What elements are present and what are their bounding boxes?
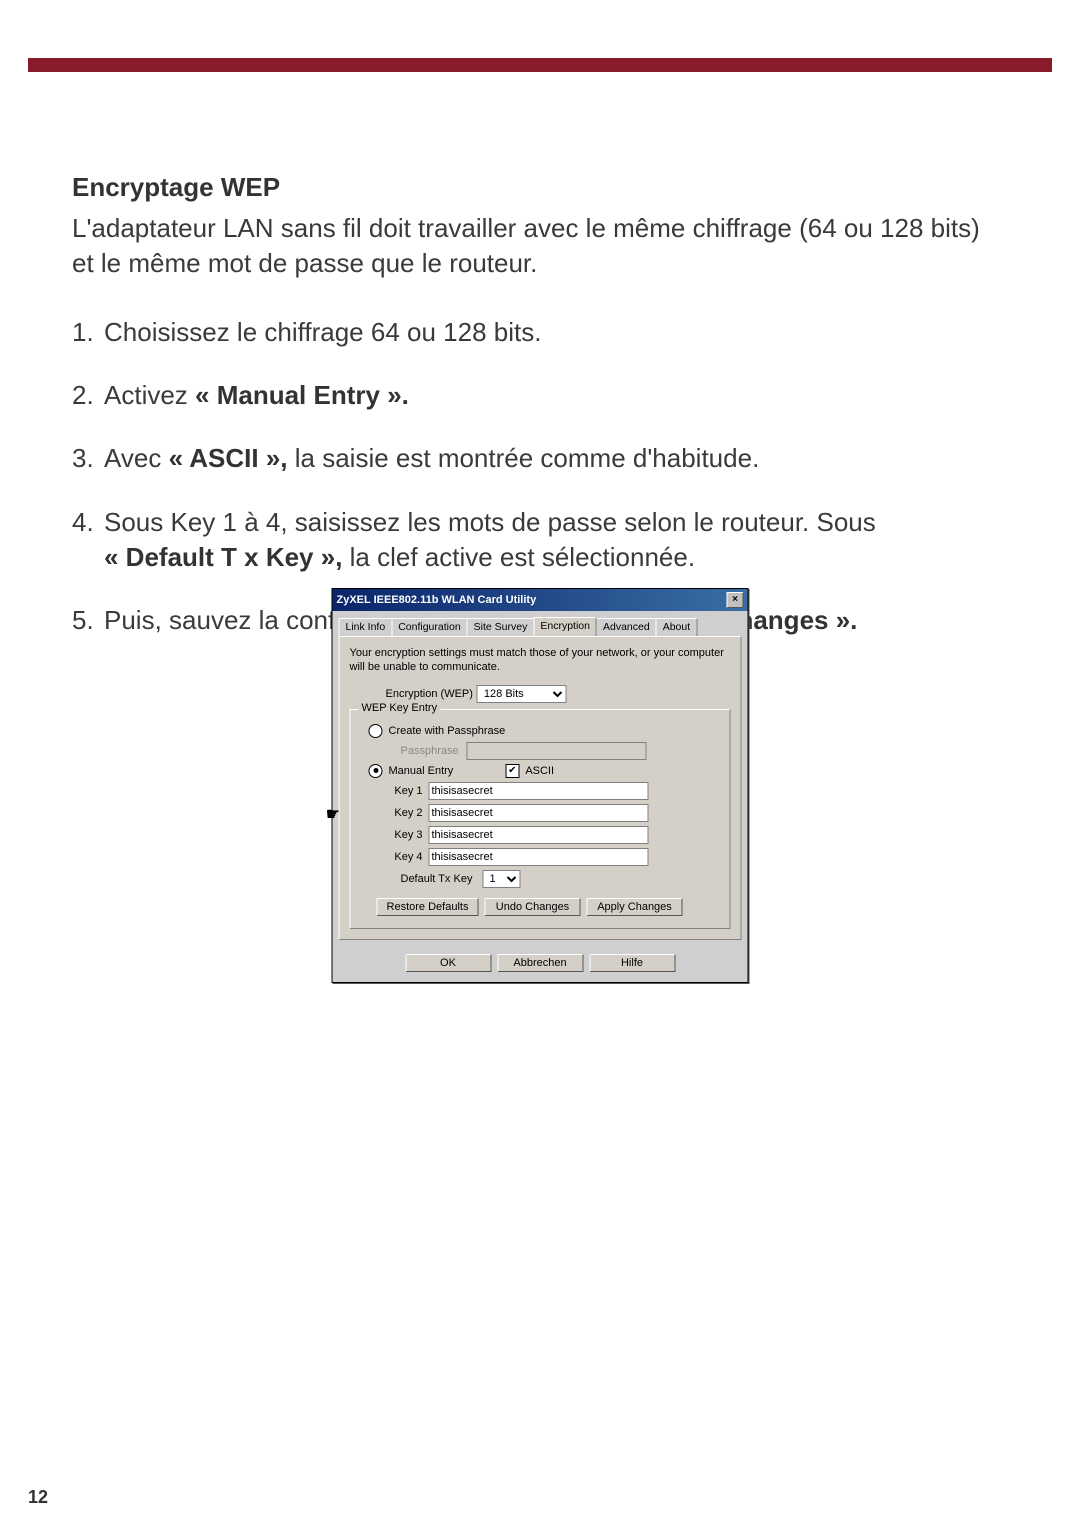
key4-label: Key 4 [389, 851, 423, 863]
tab-encryption[interactable]: Encryption [533, 617, 597, 636]
step-text: Sous Key 1 à 4, saisissez les mots de pa… [104, 505, 1008, 575]
step-number: 5. [72, 603, 104, 638]
help-button[interactable]: Hilfe [589, 954, 675, 972]
action-button-row: Restore Defaults Undo Changes Apply Chan… [377, 898, 720, 916]
step-number: 2. [72, 378, 104, 413]
checkbox-ascii-label: ASCII [525, 765, 554, 777]
title-bar: ZyXEL IEEE802.11b WLAN Card Utility × [333, 589, 748, 611]
step-number: 4. [72, 505, 104, 575]
step-number: 1. [72, 315, 104, 350]
key2-input[interactable] [429, 804, 649, 822]
page-number: 12 [28, 1487, 48, 1508]
encryption-row: Encryption (WEP) 128 Bits [386, 685, 731, 703]
default-tx-select[interactable]: 1 [483, 870, 521, 888]
key2-row: Key 2 [389, 804, 720, 822]
radio-row-passphrase: Create with Passphrase [369, 724, 720, 738]
tab-about[interactable]: About [656, 618, 697, 637]
hint-text: Your encryption settings must match thos… [350, 647, 731, 675]
tab-panel-encryption: Your encryption settings must match thos… [339, 636, 742, 940]
key1-label: Key 1 [389, 785, 423, 797]
undo-changes-button[interactable]: Undo Changes [485, 898, 581, 916]
step-text: Choisissez le chiffrage 64 ou 128 bits. [104, 315, 1008, 350]
radio-row-manual: Manual Entry ASCII [369, 764, 720, 778]
tab-advanced[interactable]: Advanced [596, 618, 657, 637]
key1-input[interactable] [429, 782, 649, 800]
intro-paragraph: L'adaptateur LAN sans fil doit travaille… [72, 211, 1008, 281]
radio-manual[interactable] [369, 764, 383, 778]
document-page: Encryptage WEP L'adaptateur LAN sans fil… [0, 0, 1080, 1532]
wlan-utility-dialog: ZyXEL IEEE802.11b WLAN Card Utility × Li… [332, 588, 749, 983]
dialog-bottom-buttons: OK Abbrechen Hilfe [333, 946, 748, 982]
radio-manual-label: Manual Entry [389, 765, 454, 777]
group-legend: WEP Key Entry [359, 702, 441, 714]
encryption-select[interactable]: 128 Bits [477, 685, 567, 703]
radio-passphrase-label: Create with Passphrase [389, 725, 506, 737]
key2-label: Key 2 [389, 807, 423, 819]
passphrase-row: Passphrase [401, 742, 720, 760]
passphrase-input [467, 742, 647, 760]
checkbox-ascii[interactable] [505, 764, 519, 778]
restore-defaults-button[interactable]: Restore Defaults [377, 898, 479, 916]
encryption-label: Encryption (WEP) [386, 688, 473, 700]
key4-row: Key 4 [389, 848, 720, 866]
tab-configuration[interactable]: Configuration [391, 618, 467, 637]
tab-strip: Link Info Configuration Site Survey Encr… [339, 617, 742, 636]
screenshot-figure: ZyXEL IEEE802.11b WLAN Card Utility × Li… [332, 588, 749, 983]
key1-row: Key 1 [389, 782, 720, 800]
passphrase-label: Passphrase [401, 745, 461, 757]
step-text: Avec « ASCII », la saisie est montrée co… [104, 441, 1008, 476]
key4-input[interactable] [429, 848, 649, 866]
ok-button[interactable]: OK [405, 954, 491, 972]
window-title: ZyXEL IEEE802.11b WLAN Card Utility [337, 594, 537, 606]
key3-input[interactable] [429, 826, 649, 844]
key3-row: Key 3 [389, 826, 720, 844]
cancel-button[interactable]: Abbrechen [497, 954, 583, 972]
section-heading: Encryptage WEP [72, 170, 1008, 205]
step-number: 3. [72, 441, 104, 476]
default-tx-label: Default Tx Key [401, 873, 477, 885]
header-color-band [28, 58, 1052, 72]
tab-link-info[interactable]: Link Info [339, 618, 393, 637]
default-tx-row: Default Tx Key 1 [401, 870, 720, 888]
tab-site-survey[interactable]: Site Survey [467, 618, 535, 637]
key3-label: Key 3 [389, 829, 423, 841]
radio-passphrase[interactable] [369, 724, 383, 738]
wep-key-entry-group: WEP Key Entry Create with Passphrase Pas… [350, 709, 731, 929]
close-icon[interactable]: × [727, 592, 744, 608]
apply-changes-button[interactable]: Apply Changes [587, 898, 683, 916]
step-text: Activez « Manual Entry ». [104, 378, 1008, 413]
